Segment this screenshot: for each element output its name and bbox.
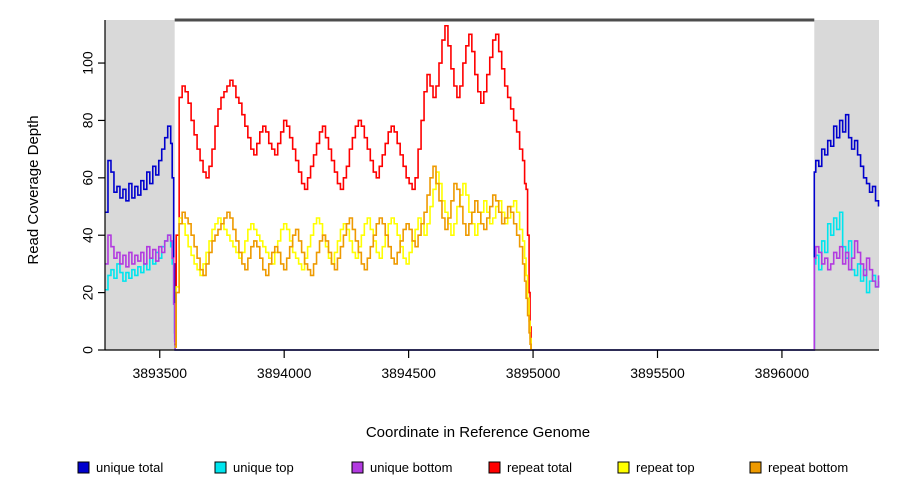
x-tick-label-3894000: 3894000 [257, 365, 312, 381]
legend-swatch-repeat-top [617, 461, 630, 474]
y-tick-label-40: 40 [80, 227, 96, 243]
legend-swatch-unique-bottom [351, 461, 364, 474]
legend-swatch-unique-total [77, 461, 90, 474]
x-tick-label-3894500: 3894500 [381, 365, 436, 381]
coverage-plot-figure: 0 20 40 60 80 100 3893500 3894000 3894500 3895000… [0, 0, 900, 500]
legend-label-repeat-total: repeat total [507, 460, 572, 475]
legend-label-unique-bottom: unique bottom [370, 460, 452, 475]
plot-canvas: 0 20 40 60 80 100 3893500 3894000 3894500 3895000… [0, 0, 900, 500]
x-tick-label-3895500: 3895500 [630, 365, 685, 381]
x-tick-label-3893500: 3893500 [132, 365, 187, 381]
legend-swatch-repeat-total [488, 461, 501, 474]
y-tick-label-80: 80 [80, 112, 96, 128]
legend-label-unique-top: unique top [233, 460, 294, 475]
y-axis-label: Read Coverage Depth [25, 115, 42, 264]
y-tick-label-60: 60 [80, 170, 96, 186]
x-tick-label-3896000: 3896000 [755, 365, 810, 381]
x-tick-label-3895000: 3895000 [506, 365, 561, 381]
y-tick-label-100: 100 [80, 51, 96, 75]
legend-swatch-repeat-bottom [749, 461, 762, 474]
legend-label-repeat-bottom: repeat bottom [768, 460, 848, 475]
y-tick-label-0: 0 [80, 346, 96, 354]
shaded-region-flanking-unique-left [105, 20, 175, 350]
y-tick-label-20: 20 [80, 285, 96, 301]
legend-swatch-unique-top [214, 461, 227, 474]
legend-label-repeat-top: repeat top [636, 460, 695, 475]
x-axis-label: Coordinate in Reference Genome [366, 424, 590, 441]
legend-label-unique-total: unique total [96, 460, 163, 475]
